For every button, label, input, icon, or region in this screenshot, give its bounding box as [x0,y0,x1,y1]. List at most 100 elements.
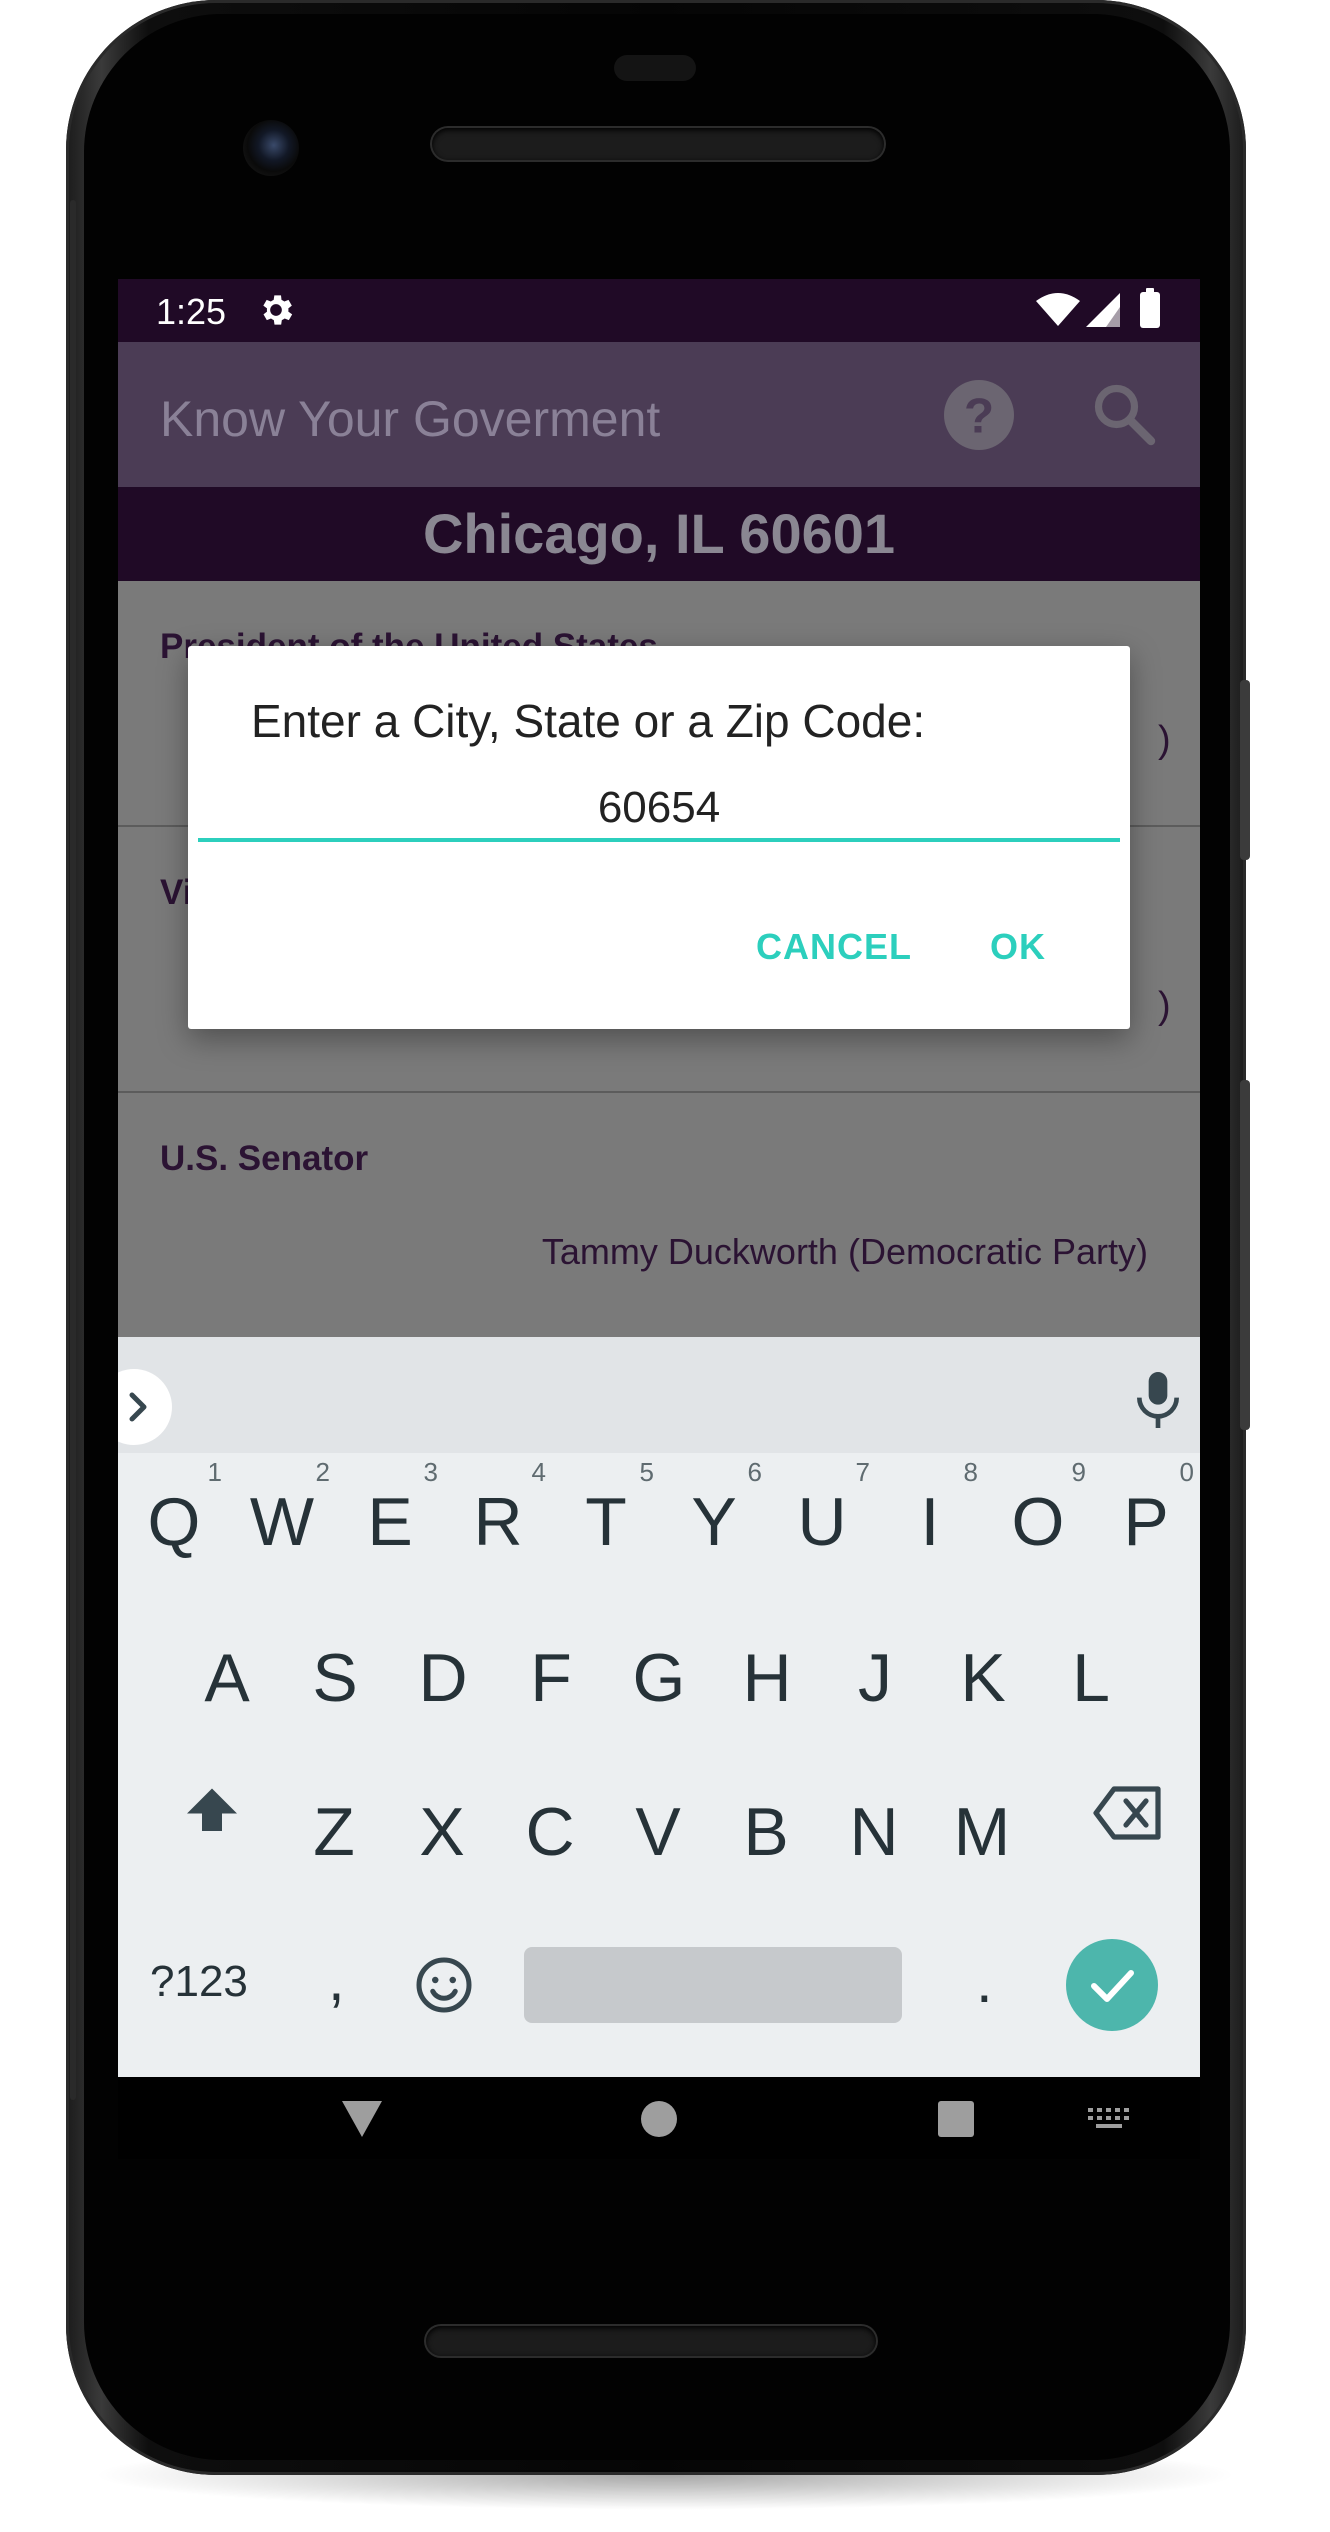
expand-toolbar-button[interactable] [118,1369,172,1445]
location-input[interactable] [198,778,1120,842]
soft-keyboard: ?123 , . Q1W2E3R4T5Y6U7I8O9P0ASDFGHJKLZX… [118,1337,1200,2077]
cell-signal-icon [1086,293,1120,327]
key-y[interactable]: Y6 [660,1453,768,1583]
microphone-icon[interactable] [1130,1369,1186,1431]
key-m[interactable]: M [928,1763,1036,1893]
key-g[interactable]: G [605,1609,713,1739]
key-v[interactable]: V [604,1763,712,1893]
status-bar: 1:25 [118,279,1200,342]
space-bar[interactable] [524,1947,902,2023]
key-n[interactable]: N [820,1763,928,1893]
key-r[interactable]: R4 [444,1453,552,1583]
key-d[interactable]: D [389,1609,497,1739]
help-icon[interactable]: ? [944,380,1014,450]
key-o[interactable]: O9 [984,1453,1092,1583]
office-title: U.S. Senator [160,1139,369,1178]
key-hint: 7 [855,1457,870,1487]
key-label: D [418,1640,468,1716]
key-label: H [742,1640,792,1716]
backspace-key[interactable] [1074,1747,1182,1877]
key-hint: 3 [423,1457,438,1487]
key-h[interactable]: H [713,1609,821,1739]
app-bar: Know Your Goverment ? [118,342,1200,487]
key-k[interactable]: K [929,1609,1037,1739]
key-e[interactable]: E3 [336,1453,444,1583]
key-label: M [953,1794,1011,1870]
key-label: C [525,1794,575,1870]
key-u[interactable]: U7 [768,1453,876,1583]
key-b[interactable]: B [712,1763,820,1893]
key-w[interactable]: W2 [228,1453,336,1583]
backspace-icon [1093,1786,1161,1840]
emoji-icon[interactable] [414,1955,474,2015]
back-icon[interactable] [340,2099,384,2139]
key-s[interactable]: S [281,1609,389,1739]
enter-key[interactable] [1066,1939,1158,2031]
dialog-title: Enter a City, State or a Zip Code: [251,695,926,747]
key-label: P [1123,1484,1169,1560]
key-x[interactable]: X [388,1763,496,1893]
key-label: Y [691,1484,737,1560]
official-name: Tammy Duckworth (Democratic Party) [541,1231,1148,1272]
key-hint: 4 [531,1457,546,1487]
proximity-sensor [614,55,696,81]
key-p[interactable]: P0 [1092,1453,1200,1583]
settings-gear-icon [263,295,293,325]
truncated-text: ) [1158,719,1171,761]
location-bar: Chicago, IL 60601 [118,487,1200,581]
ok-button[interactable]: OK [990,926,1046,968]
app-title: Know Your Goverment [160,391,661,447]
key-label: L [1072,1640,1110,1716]
key-label: O [1011,1484,1065,1560]
shift-key[interactable] [158,1747,266,1877]
key-label: E [367,1484,413,1560]
search-icon[interactable] [1088,378,1160,450]
bottom-speaker [426,2326,876,2356]
cancel-button[interactable]: CANCEL [756,926,912,968]
location-dialog: Enter a City, State or a Zip Code: CANCE… [188,646,1130,1029]
key-label: B [743,1794,789,1870]
recents-icon[interactable] [936,2099,976,2139]
keyboard-switch-icon[interactable] [1086,2105,1132,2135]
key-c[interactable]: C [496,1763,604,1893]
office-row[interactable]: U.S. Senator Tammy Duckworth (Democratic… [118,1093,1200,1359]
key-hint: 0 [1179,1457,1194,1487]
key-label: A [204,1640,250,1716]
symbols-key[interactable]: ?123 [150,1957,248,2007]
checkmark-icon [1091,1970,1134,2002]
key-label: X [419,1794,465,1870]
truncated-text: ) [1158,985,1171,1027]
key-label: Z [313,1794,355,1870]
navigation-bar [118,2077,1200,2159]
key-f[interactable]: F [497,1609,605,1739]
key-a[interactable]: A [173,1609,281,1739]
shift-icon [187,1788,237,1831]
key-q[interactable]: Q1 [120,1453,228,1583]
suggestion-strip [118,1337,1200,1453]
comma-key[interactable]: , [328,1945,345,2014]
screen: 1:25 Know Your Goverment ? Chicago, IL 6… [118,279,1200,2159]
status-time: 1:25 [156,291,227,332]
key-label: J [858,1640,892,1716]
key-label: S [312,1640,358,1716]
key-i[interactable]: I8 [876,1453,984,1583]
key-label: T [585,1484,627,1560]
key-hint: 1 [207,1457,222,1487]
key-label: U [797,1484,847,1560]
key-z[interactable]: Z [280,1763,388,1893]
key-hint: 5 [639,1457,654,1487]
key-label: F [530,1640,572,1716]
earpiece-speaker [432,128,884,160]
key-t[interactable]: T5 [552,1453,660,1583]
key-l[interactable]: L [1037,1609,1145,1739]
svg-text:?: ? [964,388,994,444]
battery-icon [1140,288,1160,328]
power-button [1240,1080,1250,1430]
location-text: Chicago, IL 60601 [422,502,896,565]
period-key[interactable]: . [976,1947,993,2016]
chevron-right-icon [129,1392,147,1422]
home-icon[interactable] [639,2099,679,2139]
key-label: Q [147,1484,201,1560]
key-j[interactable]: J [821,1609,929,1739]
front-camera [243,120,299,176]
